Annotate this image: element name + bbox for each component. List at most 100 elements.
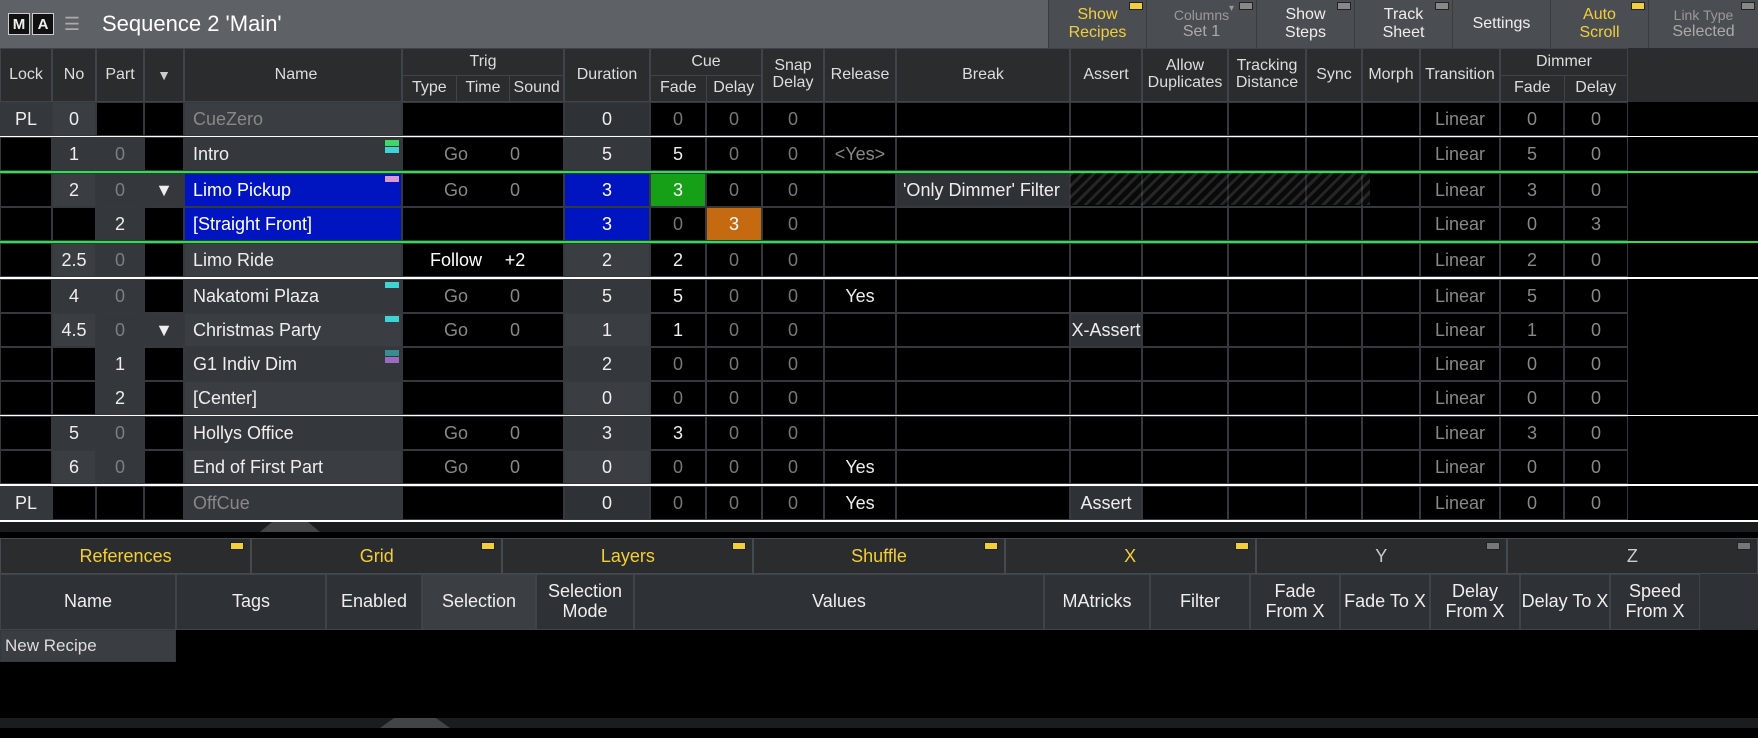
cell-cue-delay[interactable]: 0 [706, 279, 762, 313]
cell-assert[interactable] [1070, 347, 1142, 381]
cell-break[interactable] [896, 102, 1070, 136]
cell-tracking-distance[interactable] [1228, 381, 1306, 415]
col-trig-type[interactable]: Type [403, 75, 456, 101]
cell-snap-delay[interactable]: 0 [762, 279, 824, 313]
cell-sync[interactable] [1306, 137, 1362, 171]
cell-dimmer-delay[interactable]: 0 [1564, 173, 1628, 207]
cell-tracking-distance[interactable] [1228, 347, 1306, 381]
cell-cue-delay[interactable]: 0 [706, 416, 762, 450]
cell-assert[interactable]: X-Assert [1070, 313, 1142, 347]
cell-name[interactable]: Limo Ride [184, 243, 402, 277]
cell-duration[interactable]: 3 [564, 416, 650, 450]
col-transition[interactable]: Transition [1420, 48, 1500, 102]
rcol-tags[interactable]: Tags [176, 574, 326, 630]
cell-name[interactable]: OffCue [184, 486, 402, 520]
topbar-btn-show[interactable]: ShowRecipes [1048, 0, 1146, 48]
col-dimmer[interactable]: Dimmer Fade Delay [1500, 48, 1628, 102]
cell-release[interactable] [824, 243, 896, 277]
cell-dimmer-fade[interactable]: 0 [1500, 381, 1564, 415]
cell-transition[interactable]: Linear [1420, 347, 1500, 381]
cell-part[interactable]: 0 [96, 173, 144, 207]
cell-no[interactable]: 5 [52, 416, 96, 450]
cell-cue-fade[interactable]: 0 [650, 207, 706, 241]
cell-snap-delay[interactable]: 0 [762, 207, 824, 241]
cell-name[interactable]: Intro [184, 137, 402, 171]
cell-sync[interactable] [1306, 416, 1362, 450]
cell-release[interactable] [824, 416, 896, 450]
cell-no[interactable] [52, 207, 96, 241]
cell-tracking-distance[interactable] [1228, 279, 1306, 313]
cell-no[interactable] [52, 486, 96, 520]
cell-dimmer-delay[interactable]: 0 [1564, 416, 1628, 450]
cell-name[interactable]: Christmas Party [184, 313, 402, 347]
col-trig-time[interactable]: Time [456, 75, 510, 101]
cell-cue-fade[interactable]: 0 [650, 486, 706, 520]
cue-row[interactable]: 1G1 Indiv Dim2000Linear00 [0, 347, 1758, 381]
cell-allow-duplicates[interactable] [1142, 102, 1228, 136]
cell-transition[interactable]: Linear [1420, 137, 1500, 171]
cell-no[interactable] [52, 381, 96, 415]
cell-tracking-distance[interactable] [1228, 102, 1306, 136]
cell-part[interactable]: 0 [96, 313, 144, 347]
recipe-scroll-notch[interactable] [0, 718, 1758, 728]
col-cue[interactable]: Cue Fade Delay [650, 48, 762, 102]
cell-dimmer-fade[interactable]: 5 [1500, 279, 1564, 313]
cell-duration[interactable]: 1 [564, 313, 650, 347]
cell-cue-fade[interactable]: 2 [650, 243, 706, 277]
cell-snap-delay[interactable]: 0 [762, 450, 824, 484]
cell-name[interactable]: CueZero [184, 102, 402, 136]
cell-snap-delay[interactable]: 0 [762, 137, 824, 171]
rcol-values[interactable]: Values [634, 574, 1044, 630]
cell-no[interactable]: 4.5 [52, 313, 96, 347]
cue-row[interactable]: PL0CueZero0000Linear00 [0, 102, 1758, 136]
cell-trig[interactable]: Go0 [402, 313, 564, 347]
cue-row[interactable]: 2[Center]0000Linear00 [0, 381, 1758, 415]
cue-row[interactable]: 40Nakatomi PlazaGo05500YesLinear50 [0, 279, 1758, 313]
cell-break[interactable] [896, 137, 1070, 171]
cell-cue-fade[interactable]: 3 [650, 416, 706, 450]
cell-transition[interactable]: Linear [1420, 313, 1500, 347]
tab-shuffle[interactable]: Shuffle [753, 538, 1004, 574]
cell-trig[interactable] [402, 486, 564, 520]
cell-sync[interactable] [1306, 279, 1362, 313]
cue-row[interactable]: 10IntroGo05500<Yes>Linear50 [0, 137, 1758, 171]
cell-expand[interactable] [144, 137, 184, 171]
rcol-selection-mode[interactable]: Selection Mode [536, 574, 634, 630]
cell-release[interactable]: Yes [824, 486, 896, 520]
cell-break[interactable] [896, 486, 1070, 520]
cell-cue-delay[interactable]: 0 [706, 381, 762, 415]
horizontal-scroll-notch[interactable] [0, 522, 1758, 532]
rcol-selection[interactable]: Selection [422, 574, 536, 630]
cell-expand[interactable] [144, 207, 184, 241]
cell-cue-fade[interactable]: 1 [650, 313, 706, 347]
cell-transition[interactable]: Linear [1420, 450, 1500, 484]
cell-name[interactable]: [Center] [184, 381, 402, 415]
cell-release[interactable] [824, 381, 896, 415]
topbar-btn-columns[interactable]: ColumnsSet 1▾ [1146, 0, 1256, 48]
cell-part[interactable]: 0 [96, 416, 144, 450]
cell-duration[interactable]: 3 [564, 173, 650, 207]
cell-sync[interactable] [1306, 347, 1362, 381]
cell-cue-delay[interactable]: 0 [706, 173, 762, 207]
cell-tracking-distance[interactable] [1228, 243, 1306, 277]
cell-cue-fade[interactable]: 5 [650, 137, 706, 171]
cell-part[interactable]: 1 [96, 347, 144, 381]
cell-morph[interactable] [1362, 416, 1420, 450]
cell-duration[interactable]: 0 [564, 102, 650, 136]
cell-tracking-distance[interactable] [1228, 137, 1306, 171]
cell-duration[interactable]: 0 [564, 486, 650, 520]
cell-morph[interactable] [1362, 381, 1420, 415]
cell-trig[interactable]: Go0 [402, 450, 564, 484]
cell-lock[interactable]: PL [0, 102, 52, 136]
new-recipe-row[interactable]: New Recipe [0, 630, 176, 662]
cell-transition[interactable]: Linear [1420, 381, 1500, 415]
col-tracking-distance[interactable]: Tracking Distance [1228, 48, 1306, 102]
cell-trig[interactable] [402, 102, 564, 136]
topbar-btn-link-type[interactable]: Link TypeSelected [1648, 0, 1758, 48]
cell-transition[interactable]: Linear [1420, 173, 1500, 207]
cell-snap-delay[interactable]: 0 [762, 416, 824, 450]
tab-grid[interactable]: Grid [251, 538, 502, 574]
cell-dimmer-delay[interactable]: 3 [1564, 207, 1628, 241]
cell-break[interactable] [896, 279, 1070, 313]
cell-cue-fade[interactable]: 3 [650, 173, 706, 207]
